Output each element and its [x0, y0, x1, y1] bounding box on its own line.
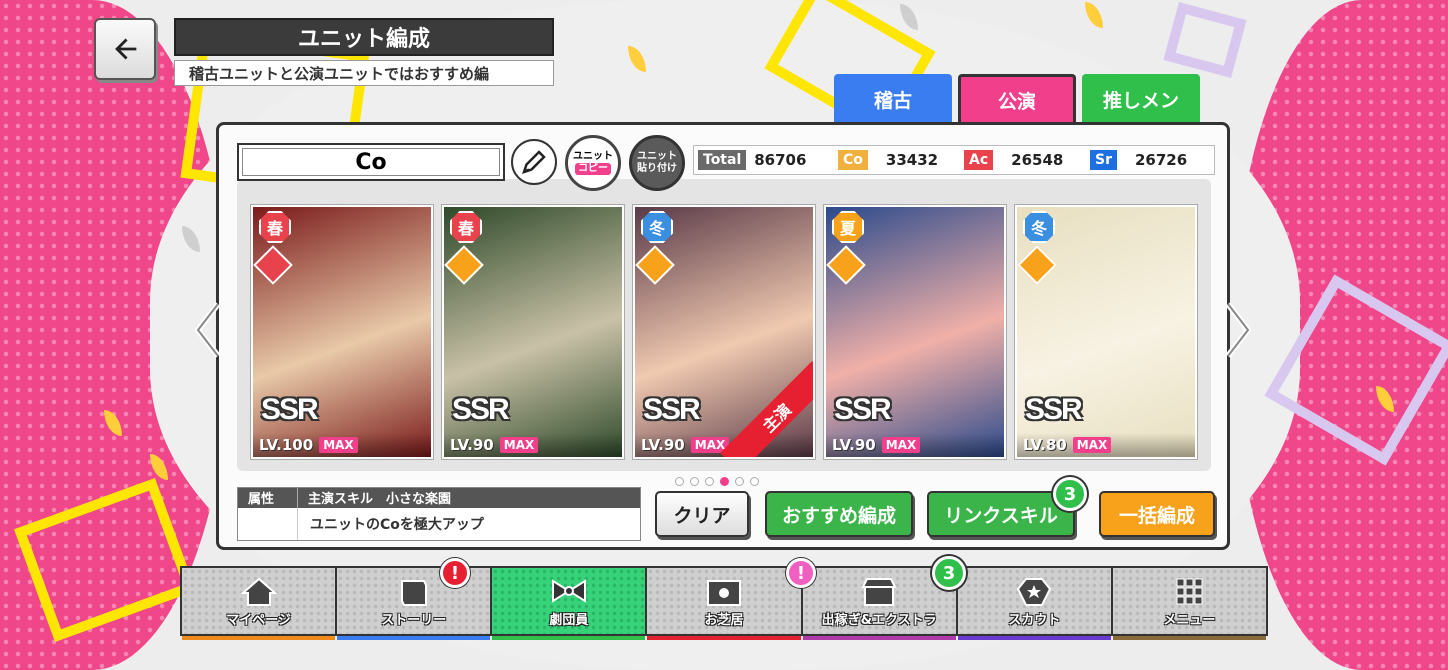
card-level: LV.90 [832, 436, 876, 454]
member-card[interactable]: 春 SSR LV.90 MAX [442, 205, 624, 459]
page-dot[interactable] [750, 477, 759, 486]
decoration-leaf [1085, 2, 1103, 28]
nav-scout[interactable]: スカウト [957, 568, 1113, 640]
total-value: 86706 [754, 151, 807, 169]
nav-label: マイページ [226, 613, 291, 628]
nav-label: スカウト [1008, 613, 1061, 628]
page-indicator [675, 477, 759, 486]
chevron-left-icon[interactable] [192, 300, 222, 360]
unit-paste-label-2: 貼り付け [637, 163, 677, 174]
arrow-left-icon [115, 38, 137, 60]
clear-button[interactable]: クリア [655, 491, 749, 537]
unit-copy-label-2: コピー [575, 163, 611, 175]
unit-name-field[interactable]: Co [237, 143, 505, 181]
page-dot[interactable] [735, 477, 744, 486]
tab-practice[interactable]: 稽古 [834, 74, 952, 124]
pen-icon [522, 150, 546, 174]
season-badge: 春 [259, 211, 291, 243]
card-level: LV.100 [259, 436, 314, 454]
decoration-purple-square [1163, 1, 1247, 79]
attribute-icon [444, 245, 484, 285]
page-dot[interactable] [720, 477, 729, 486]
badge-icon [1017, 578, 1052, 606]
max-badge: MAX [499, 437, 539, 453]
unit-panel: Co ユニット コピー ユニット 貼り付け Total 86706 Co 334… [216, 122, 1230, 550]
unit-paste-label: ユニット [637, 151, 677, 162]
nav-troupe-members[interactable]: 劇団員 [492, 568, 648, 640]
season-badge: 冬 [641, 211, 673, 243]
rename-button[interactable] [511, 139, 557, 185]
stage-icon [706, 580, 741, 606]
unit-copy-button[interactable]: ユニット コピー [565, 135, 621, 191]
lead-skill-description: ユニットのCoを極大アップ [310, 517, 484, 533]
lead-skill-header: 主演スキル 小さな楽園 [308, 492, 452, 507]
member-card[interactable]: 夏 SSR LV.90 MAX [824, 205, 1006, 459]
attribute-icon [635, 245, 675, 285]
page-dot[interactable] [690, 477, 699, 486]
tab-favorite-member[interactable]: 推しメン [1082, 74, 1200, 124]
tab-performance[interactable]: 公演 [958, 74, 1076, 124]
season-badge: 夏 [832, 211, 864, 243]
bottom-nav: マイページ ストーリー 劇団員 お芝居 出稼ぎ&エクストラ スカウト メニュー [180, 566, 1268, 640]
nav-menu[interactable]: メニュー [1112, 568, 1266, 640]
attribute-header: 属性 [238, 488, 298, 508]
total-label: Total [698, 150, 747, 170]
max-badge: MAX [1072, 437, 1112, 453]
bulk-assign-button[interactable]: 一括編成 [1099, 491, 1215, 537]
season-badge: 春 [450, 211, 482, 243]
ribbon-icon [551, 579, 586, 603]
nav-label: 劇団員 [549, 613, 589, 628]
card-level: LV.90 [641, 436, 685, 454]
house-icon [239, 577, 278, 606]
sr-label: Sr [1090, 150, 1117, 170]
nav-label: お芝居 [704, 613, 744, 628]
rarity-label: SSR [643, 393, 701, 426]
link-skill-count-badge: 3 [1053, 477, 1087, 511]
play-alert-badge: ! [786, 558, 816, 588]
grid-icon [1176, 578, 1203, 605]
nav-label: メニュー [1163, 613, 1216, 628]
chevron-right-icon[interactable] [1224, 300, 1254, 360]
attribute-cell [238, 508, 298, 540]
attribute-icon [826, 245, 866, 285]
unit-paste-button[interactable]: ユニット 貼り付け [629, 135, 685, 191]
member-card[interactable]: 冬 SSR LV.90 MAX 主演 [633, 205, 815, 459]
ac-value: 26548 [1011, 151, 1064, 169]
shop-icon [861, 578, 897, 606]
ac-label: Ac [964, 150, 994, 170]
nav-play[interactable]: お芝居 [647, 568, 803, 640]
unit-stats: Total 86706 Co 33432 Ac 26548 Sr 26726 [693, 145, 1215, 175]
max-badge: MAX [881, 437, 921, 453]
member-card[interactable]: 冬 SSR LV.80 MAX [1015, 205, 1197, 459]
sr-value: 26726 [1135, 151, 1188, 169]
page-dot[interactable] [705, 477, 714, 486]
nav-my-page[interactable]: マイページ [182, 568, 338, 640]
story-alert-badge: ! [440, 558, 470, 588]
co-value: 33432 [885, 151, 939, 169]
attribute-icon [253, 245, 293, 285]
rarity-label: SSR [834, 393, 892, 426]
unit-copy-label: ユニット [573, 151, 613, 162]
co-label: Co [838, 150, 868, 170]
rarity-label: SSR [1025, 393, 1083, 426]
recommend-button[interactable]: おすすめ編成 [765, 491, 913, 537]
nav-label: ストーリー [381, 613, 447, 628]
work-extra-count-badge: 3 [932, 556, 966, 590]
page-subtitle: 稽古ユニットと公演ユニットではおすすめ編 [174, 60, 554, 86]
member-card[interactable]: 春 SSR LV.100 MAX [251, 205, 433, 459]
season-badge: 冬 [1023, 211, 1055, 243]
lead-skill-box: 属性 主演スキル 小さな楽園 ユニットのCoを極大アップ [237, 487, 641, 541]
page-title: ユニット編成 [174, 18, 554, 56]
nav-label: 出稼ぎ&エクストラ [821, 613, 937, 628]
attribute-icon [1017, 245, 1057, 285]
back-button[interactable] [94, 18, 156, 80]
rarity-label: SSR [452, 393, 510, 426]
book-icon [400, 580, 427, 606]
card-level: LV.90 [450, 436, 494, 454]
rarity-label: SSR [261, 393, 319, 426]
page-dot[interactable] [675, 477, 684, 486]
max-badge: MAX [319, 437, 358, 453]
card-level: LV.80 [1023, 436, 1067, 454]
